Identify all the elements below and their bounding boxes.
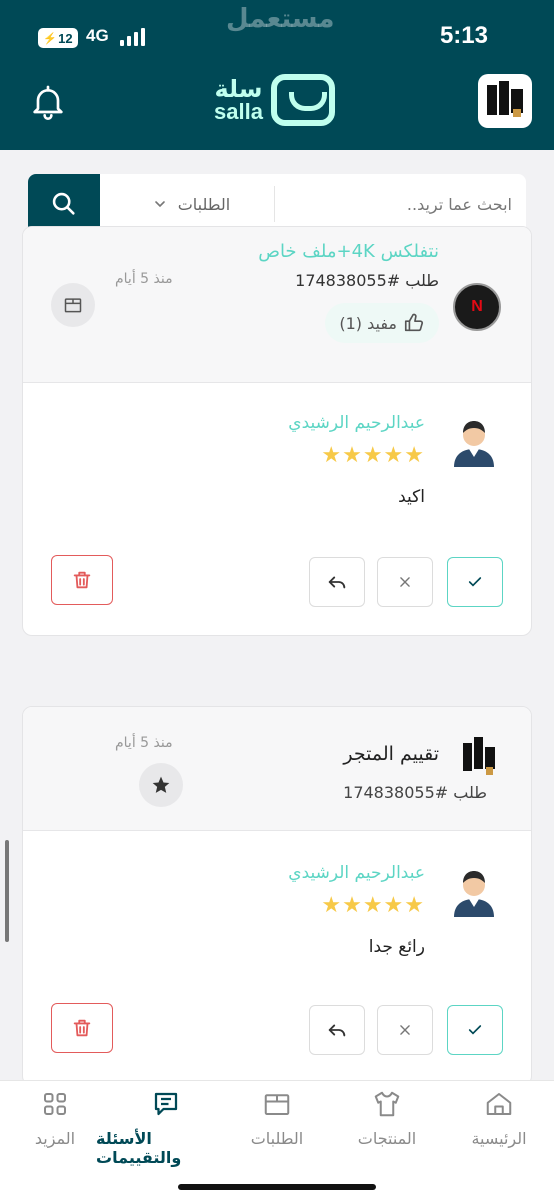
watermark: مستعمل [226, 4, 335, 34]
review-date: منذ 5 أيام [115, 271, 173, 287]
scrollbar[interactable] [5, 840, 9, 942]
salla-logo-icon [270, 74, 335, 126]
trash-icon [73, 1019, 91, 1037]
reply-icon [328, 576, 346, 589]
order-number[interactable]: طلب #174838055 [343, 783, 487, 802]
product-thumbnail[interactable]: N [453, 283, 501, 331]
app-header: 12 4G مستعمل 5:13 سلة salla [0, 0, 554, 150]
box-icon [264, 1094, 290, 1115]
home-icon [486, 1093, 512, 1115]
battery-indicator: 12 [38, 28, 78, 48]
filter-selected-label: الطلبات [177, 194, 231, 214]
logo-text-ar: سلة [214, 75, 263, 103]
review-card: N نتفلكس 4K+ملف خاص طلب #174838055 مفيد … [22, 226, 532, 636]
reply-button[interactable] [309, 1005, 365, 1055]
reviewer-name[interactable]: عبدالرحيم الرشيدي [288, 413, 425, 433]
nav-label: الطلبات [250, 1129, 304, 1148]
nav-label: الأسئلة والتقييمات [96, 1129, 182, 1167]
helpful-label: مفيد (1) [339, 313, 397, 333]
product-title[interactable]: نتفلكس 4K+ملف خاص [258, 241, 439, 262]
reject-button[interactable] [377, 557, 433, 607]
reply-icon [328, 1024, 346, 1037]
review-card-header: N نتفلكس 4K+ملف خاص طلب #174838055 مفيد … [23, 227, 531, 383]
star-icon [139, 763, 183, 807]
shirt-icon [374, 1091, 400, 1117]
search-divider [274, 186, 275, 222]
nav-item-orders[interactable]: الطلبات [222, 1089, 332, 1148]
review-card-header: تقييم المتجر طلب #174838055 منذ 5 أيام [23, 707, 531, 831]
close-icon [400, 1025, 410, 1035]
store-avatar[interactable] [478, 74, 532, 128]
network-label: 4G [86, 26, 109, 45]
product-box-icon [51, 283, 95, 327]
order-number[interactable]: طلب #174838055 [295, 271, 439, 290]
notification-bell-icon[interactable] [28, 82, 68, 122]
nav-label: المزيد [34, 1129, 76, 1148]
nav-label: الرئيسية [471, 1129, 527, 1148]
nav-label: المنتجات [357, 1129, 417, 1148]
bottom-navigation: الرئيسية المنتجات الطلبات الأسئلة والتقي… [0, 1080, 554, 1200]
review-comment: رائع جدا [368, 937, 425, 957]
review-comment: اكيد [398, 487, 425, 507]
nav-item-products[interactable]: المنتجات [332, 1089, 442, 1148]
salla-logo: سلة salla [214, 74, 335, 126]
logo-text-en: salla [214, 99, 263, 124]
helpful-badge[interactable]: مفيد (1) [325, 303, 439, 343]
search-bar: الطلبات [28, 174, 526, 234]
review-card: تقييم المتجر طلب #174838055 منذ 5 أيام ع… [22, 706, 532, 1086]
delete-button[interactable] [51, 1003, 113, 1053]
reply-button[interactable] [309, 557, 365, 607]
nav-item-more[interactable]: المزيد [0, 1089, 110, 1148]
nav-item-home[interactable]: الرئيسية [444, 1089, 554, 1148]
reviewer-avatar [454, 871, 494, 917]
search-button[interactable] [28, 174, 100, 234]
home-indicator [178, 1184, 376, 1190]
check-icon [468, 577, 482, 587]
nav-item-questions-reviews[interactable]: الأسئلة والتقييمات [96, 1089, 236, 1167]
grid-icon [44, 1093, 66, 1115]
review-date: منذ 5 أيام [115, 735, 173, 751]
search-icon [52, 192, 75, 215]
signal-icon [120, 28, 145, 46]
store-review-title[interactable]: تقييم المتجر [343, 743, 439, 765]
status-time: 5:13 [439, 22, 488, 49]
message-icon [154, 1092, 178, 1116]
delete-button[interactable] [51, 555, 113, 605]
approve-button[interactable] [447, 1005, 503, 1055]
approve-button[interactable] [447, 557, 503, 607]
rating-stars: ★★★★★ [321, 443, 425, 468]
thumbs-up-icon [404, 313, 424, 332]
reject-button[interactable] [377, 1005, 433, 1055]
search-input[interactable] [288, 174, 512, 234]
reviewer-name[interactable]: عبدالرحيم الرشيدي [288, 863, 425, 883]
rating-stars: ★★★★★ [321, 893, 425, 918]
chevron-down-icon [154, 201, 165, 208]
reviewer-avatar [454, 421, 494, 467]
close-icon [400, 577, 410, 587]
search-filter-dropdown[interactable]: الطلبات [108, 174, 274, 234]
trash-icon [73, 571, 91, 589]
store-logo [463, 737, 495, 775]
check-icon [468, 1025, 482, 1035]
